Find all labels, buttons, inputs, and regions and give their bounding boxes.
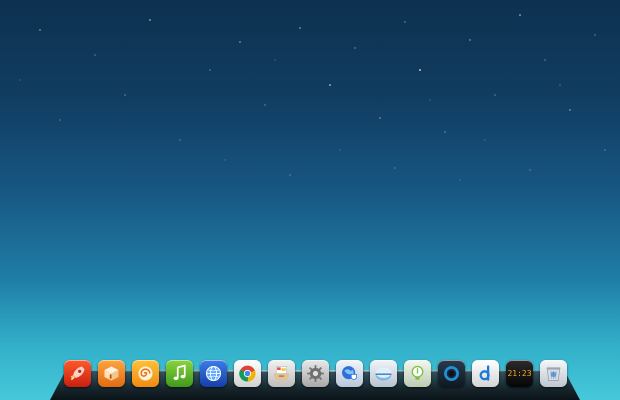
ring-icon [444, 366, 459, 381]
dock-item-bulb[interactable] [404, 360, 431, 387]
box-icon [104, 366, 119, 381]
starfield [19, 14, 606, 181]
d-logo-icon [479, 365, 490, 381]
dock-item-rocket[interactable] [64, 360, 91, 387]
desktop-wallpaper [0, 0, 620, 400]
dock-item-trash[interactable] [540, 360, 567, 387]
gear-icon [307, 365, 324, 382]
dock-item-ring[interactable] [438, 360, 465, 387]
file-drawer-icon [273, 366, 290, 381]
dock-item-file-drawer[interactable] [268, 360, 295, 387]
dock-items: 21:23 [64, 360, 567, 390]
globe-shield-icon [342, 366, 357, 380]
spiral-icon [138, 366, 153, 381]
dock-item-chrome[interactable] [234, 360, 261, 387]
dock-item-settings[interactable] [302, 360, 329, 387]
dock-item-globe[interactable] [200, 360, 227, 387]
dock-item-box[interactable] [98, 360, 125, 387]
clock-time-display: 21:23 [507, 369, 532, 378]
dock: 21:23 [0, 356, 620, 400]
bulb-icon [411, 365, 424, 380]
globe-icon [205, 365, 222, 382]
rocket-icon [70, 366, 85, 381]
dock-item-spiral[interactable] [132, 360, 159, 387]
dock-item-clock[interactable]: 21:23 [506, 360, 533, 387]
trash-icon [546, 367, 561, 381]
dock-item-network[interactable] [336, 360, 363, 387]
dock-item-music[interactable] [166, 360, 193, 387]
dock-item-d-app[interactable] [472, 360, 499, 387]
chrome-icon [239, 365, 256, 382]
dock-item-disk[interactable] [370, 360, 397, 387]
disk-icon [375, 367, 392, 381]
music-note-icon [173, 364, 186, 381]
